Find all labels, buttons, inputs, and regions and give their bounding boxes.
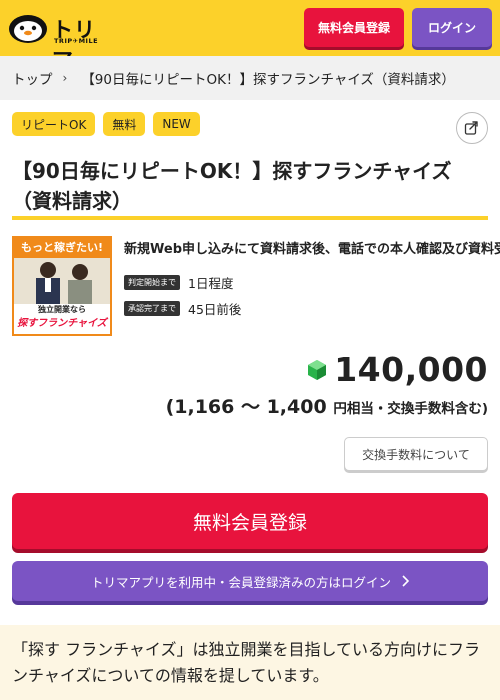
thumbnail-caption: 独立開業なら 探すフランチャイズ — [14, 304, 110, 334]
register-button[interactable]: 無料会員登録 — [12, 493, 488, 549]
trima-logo[interactable]: トリマ TRIP✈MILE — [8, 12, 99, 72]
header-login-button[interactable]: ログイン — [412, 8, 492, 47]
login-button-label: トリマアプリを利用中・会員登録済みの方はログイン — [90, 574, 391, 590]
login-button[interactable]: トリマアプリを利用中・会員登録済みの方はログイン — [12, 561, 488, 601]
approve-badge: 承認完了まで — [124, 301, 180, 316]
offer-thumbnail: もっと稼ぎたい! 独立開業なら 探すフランチャイズ — [12, 236, 112, 336]
title-underline — [12, 216, 488, 220]
penguin-icon — [9, 15, 47, 43]
exchange-fee-button[interactable]: 交換手数料について — [344, 437, 488, 471]
thumbnail-people-illustration — [14, 258, 110, 304]
thumbnail-caption-line1: 独立開業なら — [38, 305, 86, 314]
chevron-right-icon: › — [62, 71, 68, 85]
yen-equivalent: (1,166 〜 1,400 円相当・交換手数料含む) — [166, 392, 488, 419]
judge-row: 判定開始まで 1日程度 — [124, 273, 233, 292]
tag-repeat-ok: リピートOK — [12, 112, 96, 136]
approve-value: 45日前後 — [188, 302, 242, 317]
breadcrumb-current: 【90日毎にリピートOK！】探すフランチャイズ（資料請求） — [81, 72, 455, 88]
points-display: 140,000 — [306, 350, 488, 389]
chevron-right-icon — [402, 575, 409, 587]
share-icon — [464, 121, 478, 135]
thumbnail-headline: もっと稼ぎたい! — [14, 238, 110, 258]
tag-free: 無料 — [103, 112, 146, 136]
judge-badge: 判定開始まで — [124, 275, 180, 290]
points-value: 140,000 — [334, 350, 488, 389]
gem-icon — [308, 359, 327, 380]
judge-value: 1日程度 — [188, 276, 234, 291]
yen-range: (1,166 〜 1,400 — [165, 396, 327, 418]
header-register-button[interactable]: 無料会員登録 — [304, 8, 404, 47]
share-button[interactable] — [456, 112, 488, 144]
breadcrumb-home-link[interactable]: トップ — [12, 68, 53, 88]
tag-list: リピートOK 無料 NEW — [12, 112, 200, 136]
tag-new: NEW — [153, 112, 200, 136]
offer-description: 新規Web申し込みにて資料請求後、電話での本人確認及び資料受 — [124, 242, 500, 257]
thumbnail-caption-line2: 探すフランチャイズ — [17, 318, 107, 329]
info-panel: 「探す フランチャイズ」は独立開業を目指している方向けにフランチャイズについての… — [0, 625, 500, 700]
page-title: 【90日毎にリピートOK！】探すフランチャイズ（資料請求） — [12, 159, 452, 213]
logo-subtext: TRIP✈MILE — [54, 37, 99, 45]
yen-unit: 円相当・交換手数料含む) — [333, 401, 488, 417]
info-text: 「探す フランチャイズ」は独立開業を目指している方向けにフランチャイズについての… — [12, 640, 480, 685]
approve-row: 承認完了まで 45日前後 — [124, 299, 241, 318]
header: トリマ TRIP✈MILE 無料会員登録 ログイン — [0, 0, 500, 72]
breadcrumb: トップ › 【90日毎にリピートOK！】探すフランチャイズ（資料請求） — [0, 56, 500, 100]
